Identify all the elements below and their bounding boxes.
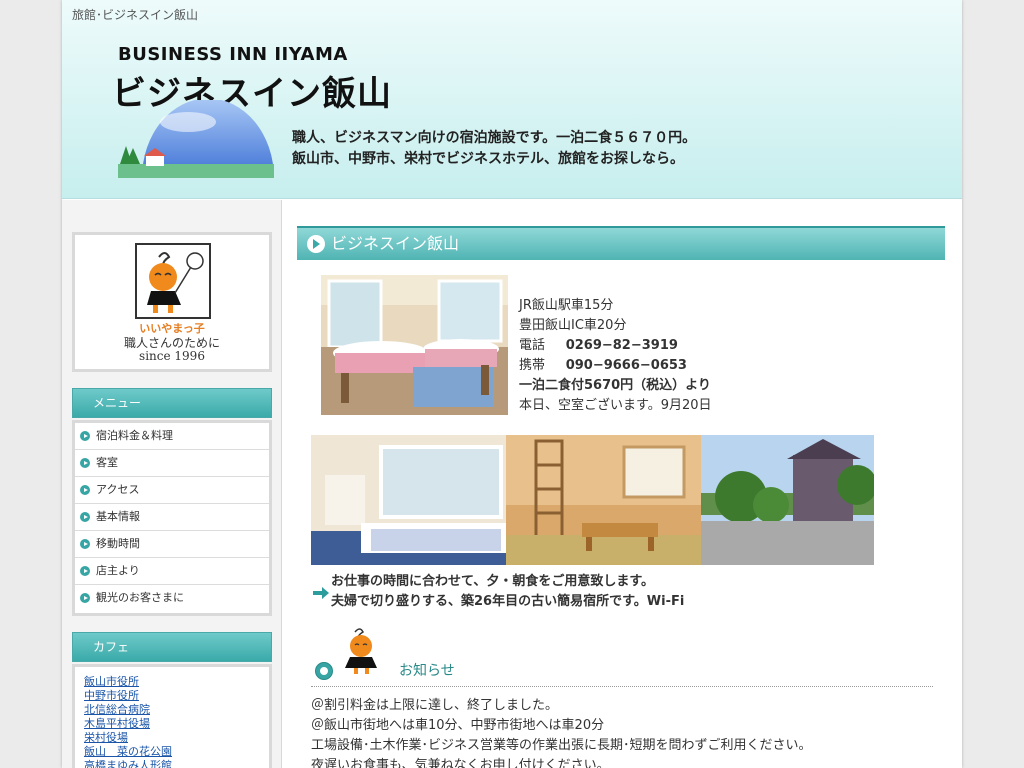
news-item: ＠割引料金は上限に達し、終了しました。 [311, 698, 559, 713]
arrow-circle-icon [307, 235, 325, 253]
page-title: 旅館･ビジネスイン飯山 [72, 8, 199, 22]
main-heading-text: ビジネスイン飯山 [331, 234, 460, 253]
mascot-character-icon [147, 252, 204, 313]
phone-number: 0269−82−3919 [565, 338, 678, 353]
sidebar: いいやまっ子 職人さんのために since 1996 メニュー 宿泊料金＆料理 … [62, 200, 282, 768]
site-header: 旅館･ビジネスイン飯山 BUSINESS INN IIYAMA ビジネスイン飯山… [62, 0, 962, 199]
menu-item-label: 宿泊料金＆料理 [96, 429, 173, 442]
menu-heading: メニュー [72, 388, 272, 418]
page-container: 旅館･ビジネスイン飯山 BUSINESS INN IIYAMA ビジネスイン飯山… [62, 0, 962, 768]
news-divider [311, 686, 933, 687]
cafe-link[interactable]: 高橋まゆみ人形館 [84, 757, 172, 768]
menu-item-basic-info[interactable]: 基本情報 [75, 504, 269, 531]
service-note-line-2: 夫婦で切り盛りする、築26年目の古い簡易宿所です。Wi-Fi [331, 594, 685, 609]
mascot-box: いいやまっ子 職人さんのために since 1996 [72, 232, 272, 372]
news-item: 夜遅いお食事も、気兼ねなくお申し付けください。 [311, 758, 610, 768]
menu-item-label: 店主より [96, 564, 140, 577]
mobile-row: 携帯 090−9666−0653 [519, 356, 712, 376]
menu-item-travel-time[interactable]: 移動時間 [75, 531, 269, 558]
logo-hill-icon [118, 100, 274, 178]
cafe-link-list: 飯山市役所 中野市役所 北信総合病院 木島平村役場 栄村役場 飯山 菜の花公園 … [72, 664, 272, 768]
menu-item-label: アクセス [96, 483, 140, 496]
logo-english: BUSINESS INN IIYAMA [118, 44, 348, 65]
menu-item-owner[interactable]: 店主より [75, 558, 269, 585]
cafe-heading: カフェ [72, 632, 272, 662]
price-info: 一泊二食付5670円（税込）より [519, 378, 711, 393]
news-list: ＠割引料金は上限に達し、終了しました。 ＠飯山市街地へは車10分、中野市街地へは… [311, 696, 812, 768]
japanese-room-photo [506, 435, 701, 565]
menu-item-label: 基本情報 [96, 510, 140, 523]
dining-room-photo [321, 275, 508, 415]
mobile-number: 090−9666−0653 [565, 358, 687, 373]
menu-item-label: 客室 [96, 456, 118, 469]
service-note: お仕事の時間に合わせて、夕・朝食をご用意致します。 夫婦で切り盛りする、築26年… [331, 572, 684, 612]
menu-item-rooms[interactable]: 客室 [75, 450, 269, 477]
phone-label: 電話 [519, 338, 546, 353]
main-heading: ビジネスイン飯山 [297, 226, 945, 260]
menu-item-access[interactable]: アクセス [75, 477, 269, 504]
menu-item-sightseeing[interactable]: 観光のお客さまに [75, 585, 269, 611]
building-exterior-photo [701, 435, 874, 565]
arrow-bullet-icon [80, 485, 90, 495]
arrow-bullet-icon [80, 539, 90, 549]
single-room-photo [311, 435, 506, 565]
arrow-bullet-icon [80, 512, 90, 522]
arrow-bullet-icon [80, 458, 90, 468]
news-item: ＠飯山市街地へは車10分、中野市街地へは車20分 [311, 718, 605, 733]
menu-item-label: 移動時間 [96, 537, 140, 550]
news-item: 工場設備･土木作業･ビジネス営業等の作業出張に長期･短期を問わずご利用ください。 [311, 738, 812, 753]
mobile-label: 携帯 [519, 358, 546, 373]
menu-list: 宿泊料金＆料理 客室 アクセス 基本情報 移動時間 店主より 観光のお客さまに [72, 420, 272, 616]
mascot-since: since 1996 [139, 349, 205, 363]
menu-item-rates[interactable]: 宿泊料金＆料理 [75, 423, 269, 450]
arrow-bullet-icon [80, 593, 90, 603]
tagline: 職人、ビジネスマン向けの宿泊施設です。一泊二食５６７０円。 飯山市、中野市、栄村… [292, 128, 696, 170]
menu-item-label: 観光のお客さまに [96, 591, 184, 604]
mascot-small-icon [345, 628, 377, 674]
vacancy-info: 本日、空室ございます。9月20日 [519, 398, 712, 413]
arrow-bullet-icon [80, 431, 90, 441]
tagline-line-2: 飯山市、中野市、栄村でビジネスホテル、旅館をお探しなら。 [292, 151, 684, 167]
arrow-bullet-icon [80, 566, 90, 576]
service-note-line-1: お仕事の時間に合わせて、夕・朝食をご用意致します。 [331, 574, 655, 589]
arrow-right-icon [313, 587, 329, 599]
ic-info: 豊田飯山IC車20分 [519, 318, 627, 333]
main-content: ビジネスイン飯山 JR飯山駅車15分 豊田飯山IC車20分 電話 0269−82… [283, 200, 962, 768]
station-info: JR飯山駅車15分 [519, 298, 614, 313]
access-info: JR飯山駅車15分 豊田飯山IC車20分 電話 0269−82−3919 携帯 … [519, 296, 712, 416]
news-bullet-icon [315, 662, 333, 680]
phone-row: 電話 0269−82−3919 [519, 336, 712, 356]
news-title: お知らせ [399, 663, 455, 679]
tagline-line-1: 職人、ビジネスマン向けの宿泊施設です。一泊二食５６７０円。 [292, 130, 697, 146]
mascot-image [135, 243, 211, 319]
